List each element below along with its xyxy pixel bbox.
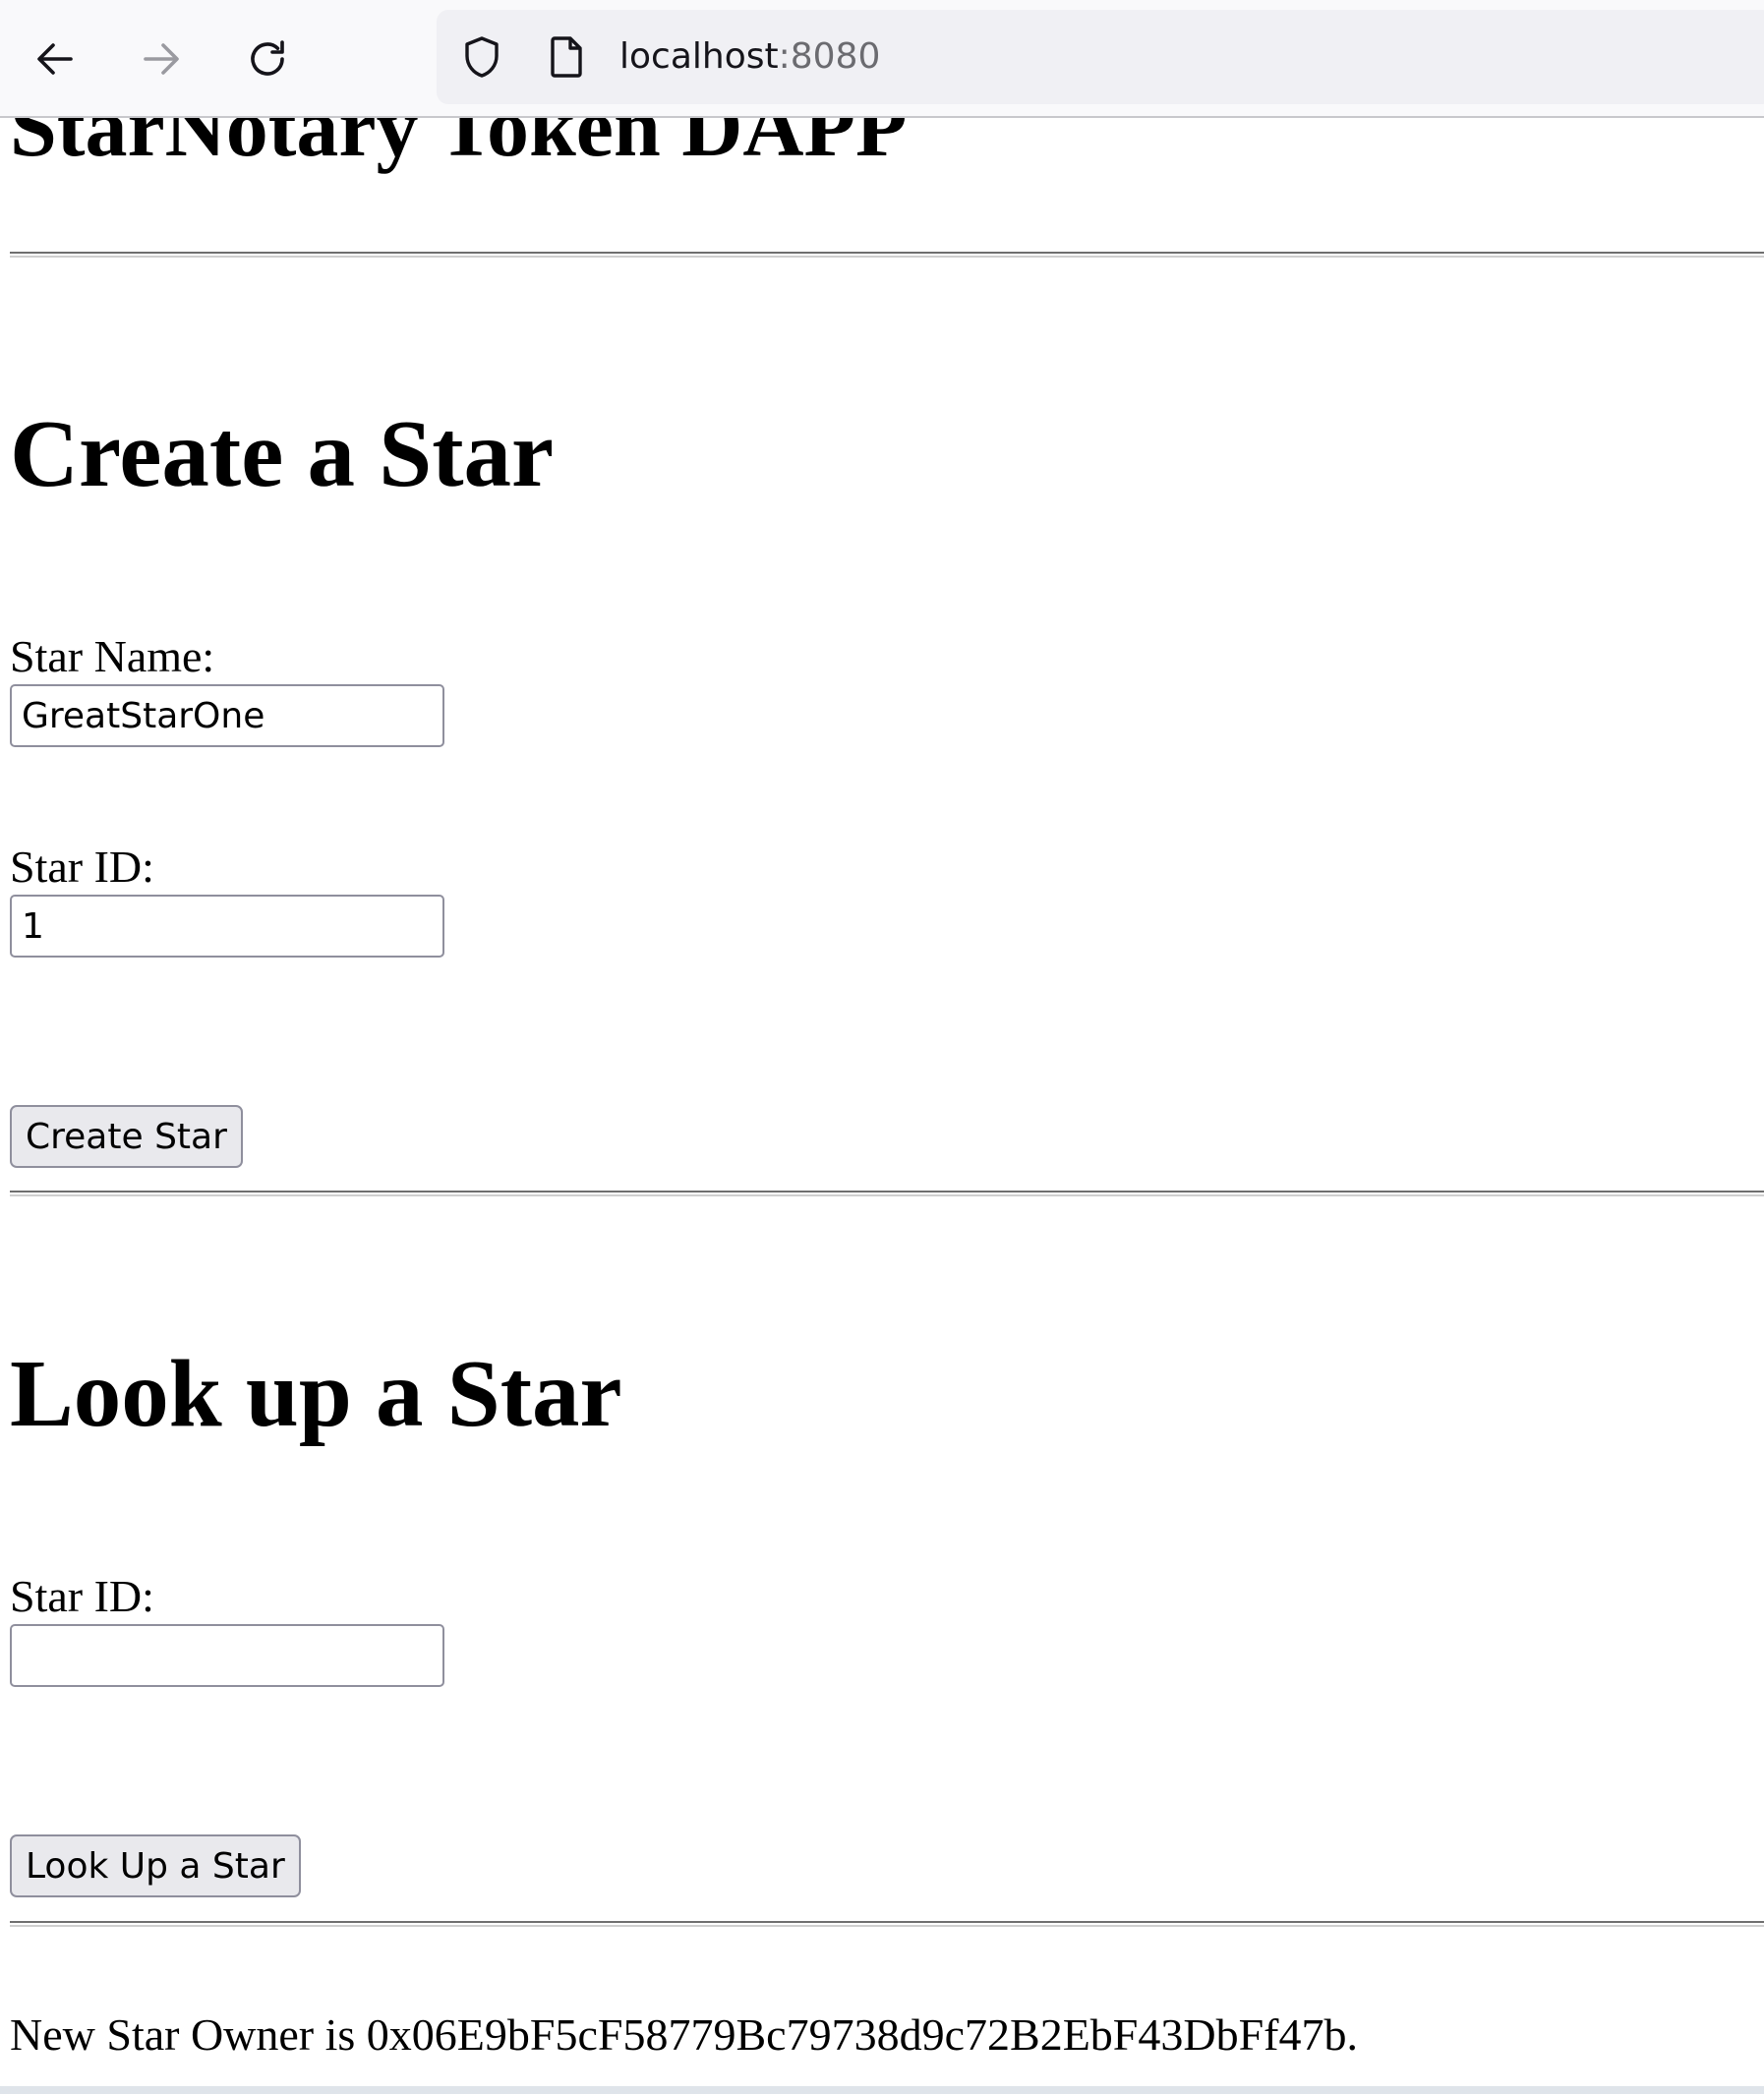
browser-toolbar: localhost:8080 xyxy=(0,0,1764,118)
lookup-star-id-input[interactable] xyxy=(10,1624,444,1687)
create-star-button[interactable]: Create Star xyxy=(10,1105,243,1168)
back-button[interactable] xyxy=(24,28,87,90)
divider xyxy=(10,1921,1764,1927)
url-text[interactable]: localhost:8080 xyxy=(619,33,880,81)
divider xyxy=(10,1191,1764,1196)
url-host: localhost xyxy=(619,36,779,77)
create-star-heading: Create a Star xyxy=(10,401,555,506)
divider xyxy=(10,252,1764,258)
star-id-input[interactable] xyxy=(10,895,444,958)
status-message: New Star Owner is 0x06E9bF5cF58779Bc7973… xyxy=(10,2009,1358,2060)
shield-icon[interactable] xyxy=(458,33,505,81)
arrow-left-icon xyxy=(37,43,73,75)
star-id-label: Star ID: xyxy=(10,842,154,892)
lookup-star-heading: Look up a Star xyxy=(10,1341,622,1446)
star-name-label: Star Name: xyxy=(10,631,215,681)
forward-button[interactable] xyxy=(130,28,193,90)
address-bar[interactable]: localhost:8080 xyxy=(437,10,1764,104)
url-port: :8080 xyxy=(778,36,881,77)
star-name-input[interactable] xyxy=(10,684,444,747)
lookup-star-button[interactable]: Look Up a Star xyxy=(10,1834,301,1897)
bottom-edge xyxy=(0,2086,1764,2094)
arrow-right-icon xyxy=(144,43,179,75)
reload-button[interactable] xyxy=(236,28,299,90)
page-icon[interactable] xyxy=(543,33,590,81)
reload-icon xyxy=(251,40,284,76)
lookup-star-id-label: Star ID: xyxy=(10,1571,154,1621)
